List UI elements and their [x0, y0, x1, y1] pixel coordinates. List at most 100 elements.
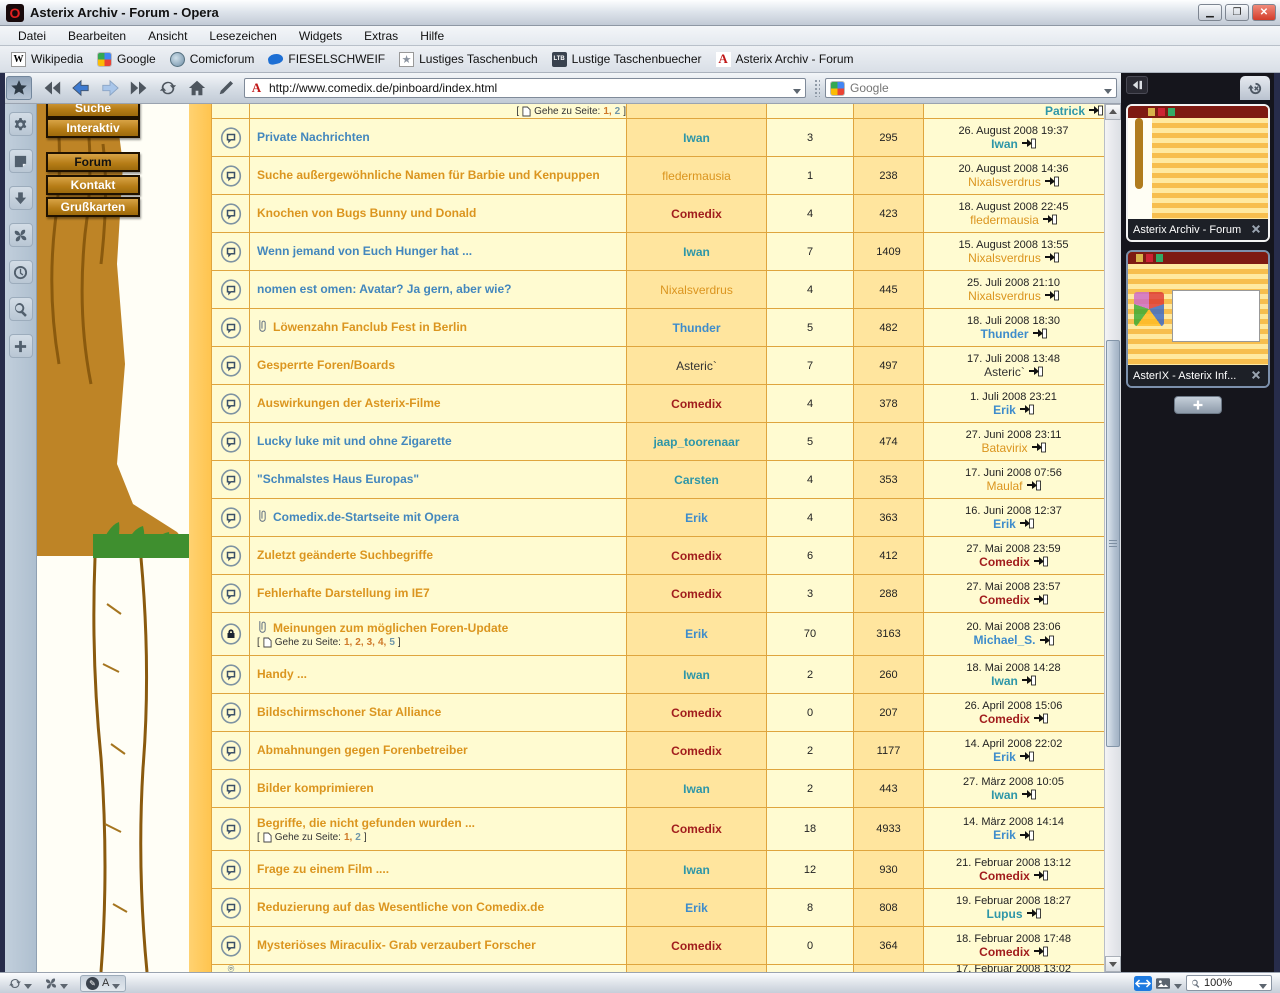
goto-latest-post-icon[interactable] — [1020, 751, 1034, 762]
goto-page-links[interactable]: [Gehe zu Seite:1,2] — [257, 832, 367, 843]
topic-author-link[interactable]: Comedix — [671, 706, 722, 720]
site-nav-kontakt[interactable]: Kontakt — [46, 175, 140, 195]
topic-author-link[interactable]: jaap_toorenaar — [653, 435, 739, 449]
address-bar[interactable]: A — [244, 78, 806, 98]
topic-author-link[interactable]: Thunder — [673, 321, 721, 335]
scroll-up-arrow[interactable] — [1105, 104, 1121, 120]
menu-ansicht[interactable]: Ansicht — [138, 27, 197, 45]
close-button[interactable]: ✕ — [1252, 4, 1276, 21]
last-post-author-link[interactable]: Comedix — [979, 593, 1030, 607]
search-engine-dropdown-icon[interactable] — [1104, 84, 1112, 92]
topic-title-link[interactable]: nomen est omen: Avatar? Ja gern, aber wi… — [257, 282, 512, 296]
scroll-down-arrow[interactable] — [1105, 956, 1121, 972]
last-post-author-link[interactable]: Nixalsverdrus — [968, 289, 1041, 303]
goto-latest-post-icon[interactable] — [1034, 946, 1048, 957]
bookmark-item[interactable]: AAsterix Archiv - Forum — [711, 50, 863, 69]
topic-title-link[interactable]: Auswirkungen der Asterix-Filme — [257, 396, 441, 410]
last-post-author-link[interactable]: Comedix — [979, 712, 1030, 726]
last-post-author-link[interactable]: Erik — [993, 828, 1016, 842]
topic-title-link[interactable]: Meinungen zum möglichen Foren-Update — [273, 621, 508, 635]
page-number-link[interactable]: 2 — [355, 832, 361, 843]
topic-title-link[interactable]: Fehlerhafte Darstellung im IE7 — [257, 586, 430, 600]
page-number-link[interactable]: 1, — [344, 637, 352, 648]
last-post-author-link[interactable]: Erik — [993, 403, 1016, 417]
topic-author-link[interactable]: Erik — [685, 901, 708, 915]
bookmark-item[interactable]: LTBLustige Taschenbuecher — [547, 50, 711, 69]
topic-title-link[interactable]: Löwenzahn Fanclub Fest in Berlin — [273, 320, 467, 334]
page-number-link[interactable]: 5 — [389, 637, 395, 648]
last-post-author-link[interactable]: Iwan — [991, 137, 1018, 151]
topic-author-link[interactable]: Comedix — [671, 397, 722, 411]
last-post-author-link[interactable]: Comedix — [979, 869, 1030, 883]
bookmark-item[interactable]: WWikipedia — [6, 50, 92, 69]
topic-author-link[interactable]: Comedix — [671, 207, 722, 221]
topic-title-link[interactable]: Bilder komprimieren — [257, 781, 374, 795]
panel-collapse-button[interactable] — [1126, 76, 1148, 94]
scrollbar-track[interactable] — [1105, 120, 1121, 956]
last-post-author-link[interactable]: Lupus — [987, 907, 1023, 921]
goto-latest-post-icon[interactable] — [1027, 908, 1041, 919]
last-post-author-link[interactable]: Erik — [993, 750, 1016, 764]
style-dropdown-icon[interactable] — [112, 979, 120, 987]
topic-author-link[interactable]: Carsten — [674, 473, 719, 487]
widgets-fan-icon[interactable] — [44, 977, 58, 990]
page-number-link[interactable]: 4, — [378, 637, 386, 648]
title-bar[interactable]: O Asterix Archiv - Forum - Opera ▁ ❐ ✕ — [0, 0, 1280, 26]
settings-panel-button[interactable] — [9, 112, 33, 136]
topic-title-link[interactable]: Gesperrte Foren/Boards — [257, 358, 395, 372]
last-post-author-link[interactable]: Erik — [993, 517, 1016, 531]
goto-latest-post-icon[interactable] — [1040, 635, 1054, 646]
toolbar-drag-handle[interactable] — [814, 79, 820, 97]
topic-author-link[interactable]: Iwan — [683, 245, 710, 259]
notes-panel-button[interactable] — [9, 149, 33, 173]
home-button[interactable] — [183, 76, 210, 101]
compose-button[interactable] — [212, 76, 239, 101]
page-number-link[interactable]: 1, — [344, 832, 352, 843]
page-number-link[interactable]: 2, — [355, 637, 363, 648]
menu-datei[interactable]: Datei — [8, 27, 56, 45]
last-post-author-link[interactable]: Comedix — [979, 945, 1030, 959]
transfers-panel-button[interactable] — [9, 186, 33, 210]
site-nav-suche[interactable]: Suche — [46, 104, 140, 118]
page-number-link[interactable]: 2 — [615, 106, 621, 117]
topic-title-link[interactable]: Bildschirmschoner Star Alliance — [257, 705, 441, 719]
last-post-author-link[interactable]: Michael_S. — [973, 633, 1035, 647]
rewind-button[interactable] — [38, 76, 65, 101]
reload-button[interactable] — [154, 76, 181, 101]
topic-author-link[interactable]: Asteric` — [676, 359, 717, 373]
search-input[interactable] — [850, 81, 1099, 95]
goto-latest-post-icon[interactable] — [1029, 366, 1043, 377]
topic-title-link[interactable]: Suche außergewöhnliche Namen für Barbie … — [257, 168, 600, 182]
topic-author-link[interactable]: Comedix — [671, 549, 722, 563]
goto-latest-post-icon[interactable] — [1034, 870, 1048, 881]
goto-latest-post-icon[interactable] — [1034, 713, 1048, 724]
topic-title-link[interactable]: Lucky luke mit und ohne Zigarette — [257, 434, 452, 448]
closed-tabs-trash-button[interactable] — [1240, 76, 1270, 100]
last-post-author-link[interactable]: Maulaf — [986, 479, 1022, 493]
topic-author-link[interactable]: Comedix — [671, 822, 722, 836]
menu-widgets[interactable]: Widgets — [289, 27, 352, 45]
goto-latest-post-icon[interactable] — [1045, 290, 1059, 301]
page-style-toggle[interactable]: ✎ A — [80, 975, 126, 992]
last-post-author-link[interactable]: Comedix — [979, 555, 1030, 569]
zoom-dropdown-icon[interactable] — [1259, 979, 1267, 987]
last-post-author-link[interactable]: Iwan — [991, 674, 1018, 688]
topic-author-link[interactable]: Iwan — [683, 668, 710, 682]
topic-author-link[interactable]: Comedix — [671, 744, 722, 758]
goto-latest-post-icon[interactable] — [1027, 480, 1041, 491]
address-dropdown-icon[interactable] — [793, 84, 801, 92]
topic-title-link[interactable]: "Schmalstes Haus Europas" — [257, 472, 419, 486]
topic-title-link[interactable]: Zuletzt geänderte Suchbegriffe — [257, 548, 433, 562]
site-nav-interaktiv[interactable]: Interaktiv — [46, 118, 140, 138]
goto-latest-post-icon[interactable] — [1045, 252, 1059, 263]
topic-author-link[interactable]: Comedix — [671, 587, 722, 601]
widgets-panel-button[interactable] — [9, 223, 33, 247]
page-number-link[interactable]: 1, — [603, 106, 611, 117]
goto-latest-post-icon[interactable] — [1020, 518, 1034, 529]
forward-button[interactable] — [96, 76, 123, 101]
goto-latest-post-icon[interactable] — [1032, 442, 1046, 453]
search-field[interactable] — [825, 78, 1117, 98]
topic-title-link[interactable]: Abmahnungen gegen Forenbetreiber — [257, 743, 468, 757]
goto-latest-post-icon[interactable] — [1034, 594, 1048, 605]
bookmark-item[interactable]: ★Lustiges Taschenbuch — [394, 50, 547, 69]
